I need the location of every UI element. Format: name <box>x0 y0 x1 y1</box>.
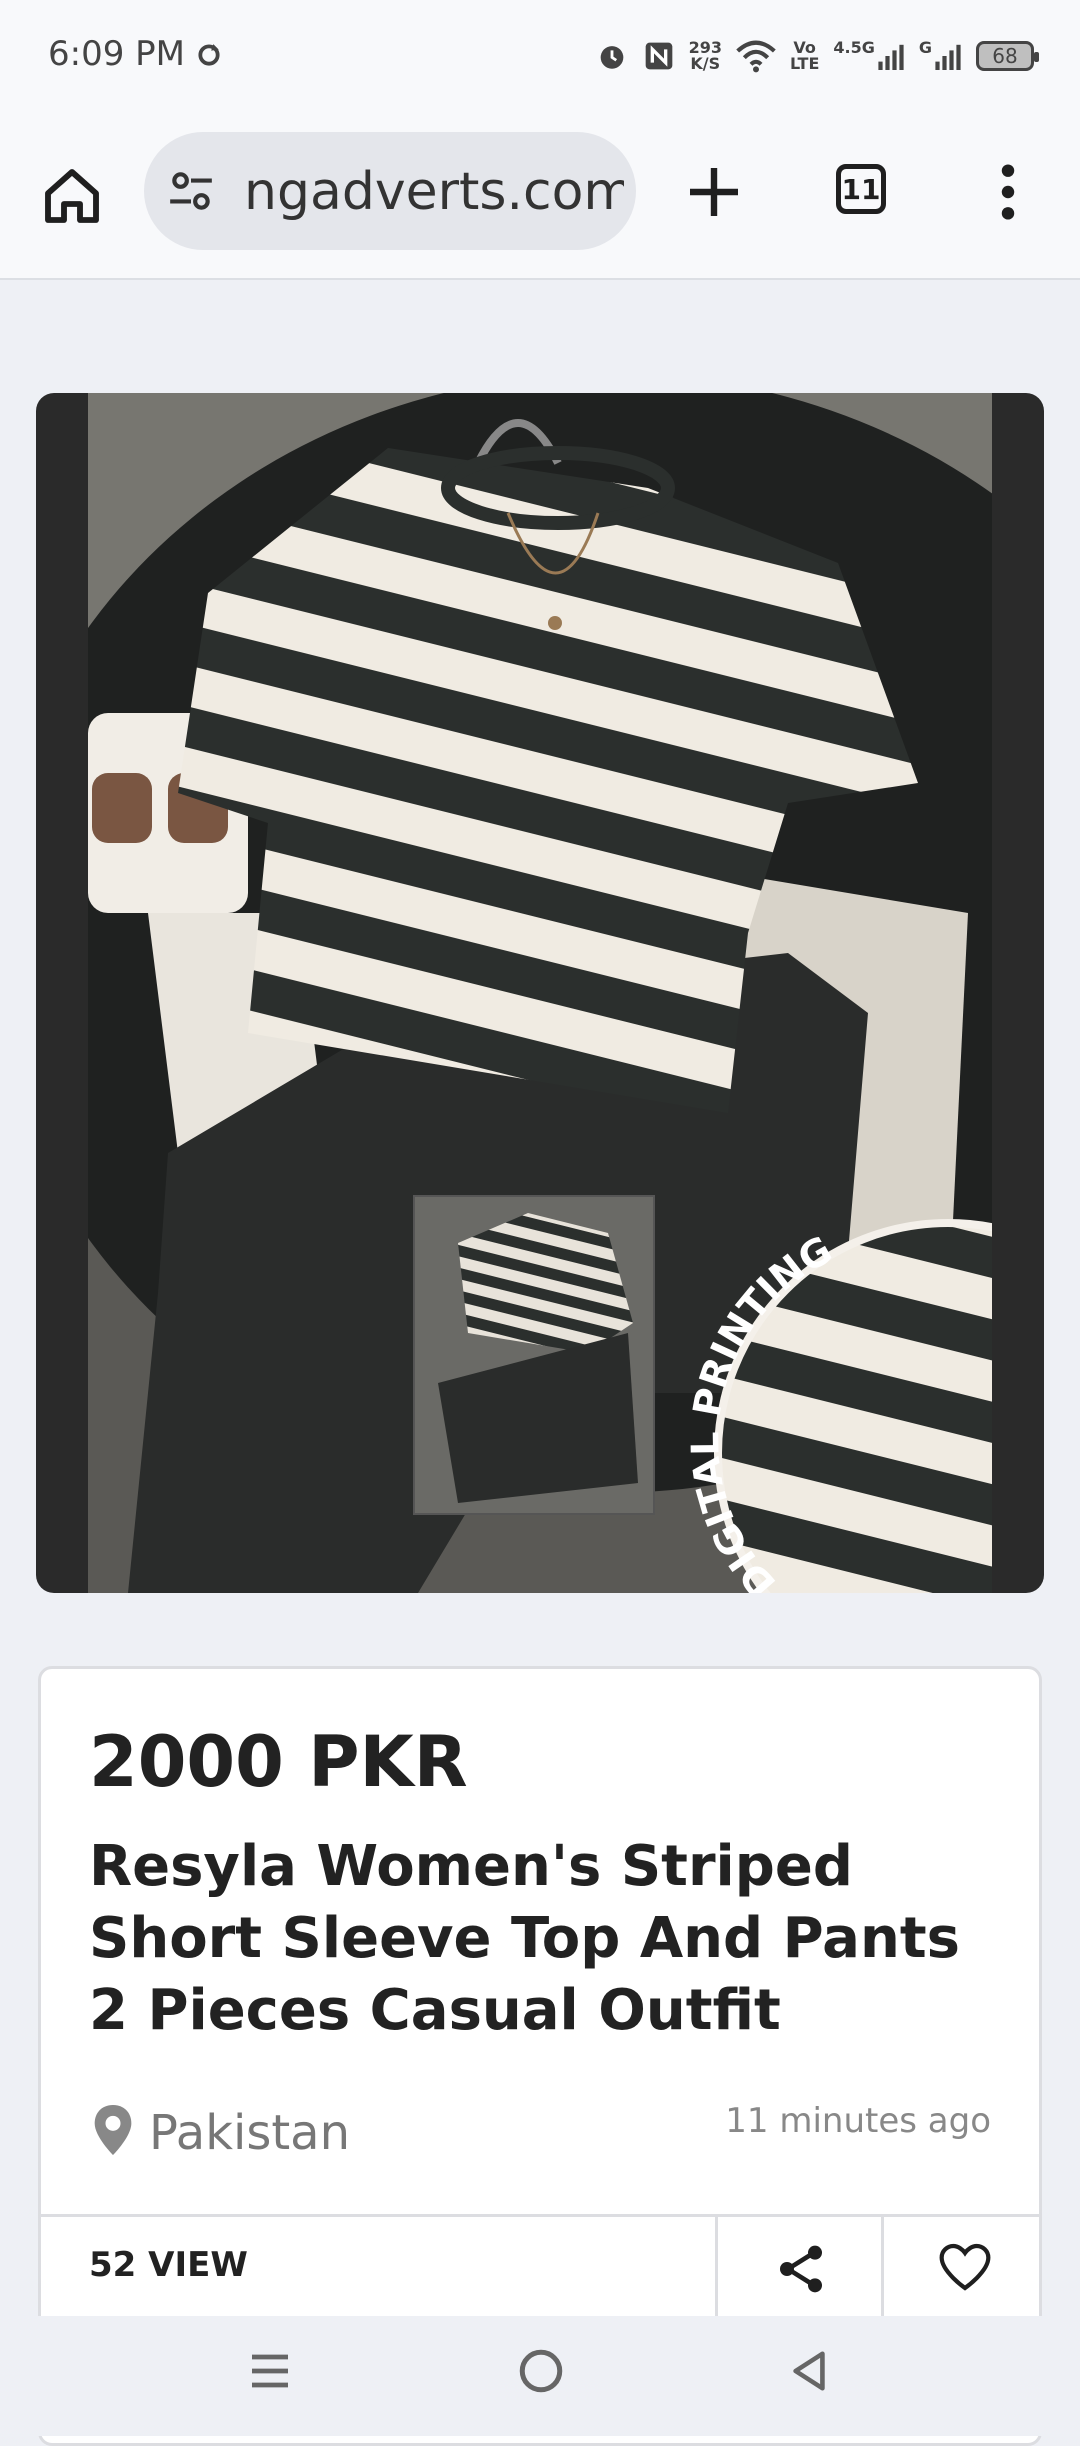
recent-apps-icon[interactable] <box>246 2346 294 2396</box>
volte-indicator: Vo LTE <box>789 38 820 73</box>
listing-actions: 52 VIEW <box>41 2214 1041 2327</box>
signal-icon <box>935 44 961 70</box>
status-time: 6:09 PM <box>48 34 185 74</box>
tabs-icon[interactable]: 11 <box>836 164 886 214</box>
browser-toolbar: ngadverts.com 11 <box>0 118 1080 280</box>
divider <box>881 2217 884 2327</box>
wifi-icon <box>736 40 776 73</box>
product-title[interactable]: Resyla Women's Striped Short Sleeve Top … <box>89 1831 1009 2047</box>
posted-time: 11 minutes ago <box>725 2101 991 2141</box>
tune-icon[interactable] <box>166 166 216 216</box>
view-count: 52 VIEW <box>89 2245 248 2285</box>
net-speed: 293 K/S <box>688 38 722 73</box>
price: 2000 PKR <box>89 1721 468 1803</box>
back-icon[interactable] <box>786 2346 832 2396</box>
heart-icon[interactable] <box>937 2239 993 2295</box>
sync-icon <box>198 44 220 66</box>
product-image-card[interactable]: DIGITAL PRINTING <box>36 393 1044 1593</box>
signal-2: G <box>919 40 962 72</box>
system-nav-bar <box>0 2316 1080 2436</box>
location-text: Pakistan <box>149 2105 350 2161</box>
home-button-icon[interactable] <box>516 2346 566 2396</box>
plus-icon[interactable] <box>682 160 746 224</box>
status-icons: 293 K/S Vo LTE 4.5G G 68 <box>595 34 1039 78</box>
signal-icon <box>878 44 904 70</box>
location-pin-icon <box>94 2105 132 2155</box>
address-bar[interactable]: ngadverts.com <box>144 132 636 250</box>
home-icon[interactable] <box>40 164 104 228</box>
nfc-icon <box>645 42 672 70</box>
battery-icon: 68 <box>976 41 1039 71</box>
product-photo: DIGITAL PRINTING <box>88 393 992 1593</box>
share-icon[interactable] <box>773 2241 829 2297</box>
status-bar: 6:09 PM 293 K/S Vo LTE 4.5G G 68 <box>0 0 1080 118</box>
divider <box>715 2217 718 2327</box>
url-text[interactable]: ngadverts.com <box>244 162 624 222</box>
alarm-icon <box>600 46 623 69</box>
signal-1: 4.5G <box>833 40 904 72</box>
more-vert-icon[interactable] <box>990 160 1026 224</box>
